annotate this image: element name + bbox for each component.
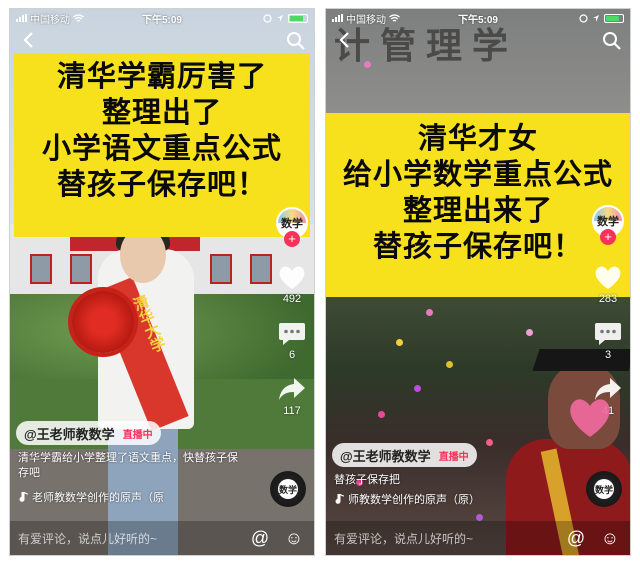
- video-screen-right: 计管理学 中国移动 下午5:09 清华才女 给小学数学重点公式 整理出来了 替孩…: [325, 8, 631, 556]
- confetti: [526, 329, 533, 336]
- music-disc[interactable]: 数学: [270, 471, 306, 507]
- music-note-icon: [335, 493, 344, 504]
- follow-button[interactable]: +: [284, 231, 300, 247]
- location-icon: [593, 14, 599, 22]
- confetti: [414, 385, 421, 392]
- banner-line: 小学语文重点公式: [41, 133, 282, 165]
- title-banner: 清华学霸厉害了 整理出了 小学语文重点公式 替孩子保存吧！: [14, 53, 310, 237]
- comment-bar: 有爱评论，说点儿好听的~ @ ☺: [326, 521, 630, 555]
- music-note-icon: [19, 491, 28, 502]
- action-rail: 数学 + 283 3 41: [590, 205, 626, 417]
- back-chevron-icon[interactable]: [18, 29, 40, 51]
- comment-input[interactable]: 有爱评论，说点儿好听的~: [18, 530, 238, 547]
- live-badge[interactable]: 直播中: [439, 448, 469, 463]
- music-title: 老师教数学创作的原声（原: [32, 492, 164, 504]
- music-title: 师教数学创作的原声（原）: [348, 494, 480, 506]
- banner-line: 清华学霸厉害了: [56, 61, 267, 93]
- music-info[interactable]: 老师教数学创作的原声（原: [18, 489, 164, 505]
- window: [70, 254, 92, 284]
- at-mention-icon[interactable]: @: [248, 526, 272, 550]
- confetti: [396, 339, 403, 346]
- video-screen-left: 清华大学 中国移动 下午5:09 清华学霸厉害了 整理出了 小学语文重点公式 替…: [9, 8, 315, 556]
- emoji-icon[interactable]: ☺: [598, 526, 622, 550]
- red-flower: [72, 291, 134, 353]
- comment-icon[interactable]: [593, 319, 623, 347]
- banner-line: 清华才女: [417, 123, 538, 155]
- banner-line: 整理出了: [101, 97, 222, 129]
- at-mention-icon[interactable]: @: [564, 526, 588, 550]
- window: [30, 254, 52, 284]
- like-count: 283: [598, 293, 618, 305]
- banner-line: 替孩子保存吧！: [56, 169, 267, 201]
- search-icon[interactable]: [286, 31, 306, 51]
- share-icon[interactable]: [277, 375, 307, 403]
- floating-heart-icon: [570, 399, 610, 437]
- share-count: 117: [283, 405, 301, 417]
- alarm-icon: [263, 13, 272, 23]
- battery-icon: [288, 13, 308, 23]
- emoji-icon[interactable]: ☺: [282, 526, 306, 550]
- video-description: 替孩子保存把: [334, 474, 400, 486]
- window: [210, 254, 232, 284]
- confetti: [486, 439, 493, 446]
- confetti: [476, 514, 483, 521]
- comment-input[interactable]: 有爱评论，说点儿好听的~: [334, 530, 554, 547]
- author-tag[interactable]: @王老师教数学 直播中: [16, 421, 161, 445]
- heart-icon[interactable]: [277, 263, 307, 291]
- confetti: [426, 309, 433, 316]
- follow-button[interactable]: +: [600, 229, 616, 245]
- location-icon: [277, 14, 283, 22]
- author-tag[interactable]: @王老师教数学 直播中: [332, 443, 477, 467]
- window: [250, 254, 272, 284]
- music-disc[interactable]: 数学: [586, 471, 622, 507]
- banner-line: 整理出来了: [402, 195, 553, 227]
- banner-line: 替孩子保存吧！: [372, 231, 583, 263]
- comment-bar: 有爱评论，说点儿好听的~ @ ☺: [10, 521, 314, 555]
- banner-line: 给小学数学重点公式: [342, 159, 613, 191]
- confetti: [364, 61, 371, 68]
- author-name[interactable]: @王老师教数学: [340, 446, 431, 465]
- status-bar: 中国移动 下午5:09: [10, 9, 314, 27]
- like-count: 492: [282, 293, 302, 305]
- comment-count: 3: [604, 349, 612, 361]
- status-bar: 中国移动 下午5:09: [326, 9, 630, 27]
- action-rail: 数学 + 492 6 117: [274, 207, 310, 417]
- music-info[interactable]: 师教数学创作的原声（原）: [334, 491, 480, 507]
- search-icon[interactable]: [602, 31, 622, 51]
- alarm-icon: [579, 13, 588, 23]
- heart-icon[interactable]: [593, 263, 623, 291]
- title-banner: 清华才女 给小学数学重点公式 整理出来了 替孩子保存吧！: [326, 113, 630, 297]
- author-name[interactable]: @王老师教数学: [24, 424, 115, 443]
- confetti: [446, 361, 453, 368]
- live-badge[interactable]: 直播中: [123, 426, 153, 441]
- video-description: 清华学霸给小学整理了语文重点，快替孩子保存吧: [18, 452, 238, 479]
- confetti: [378, 411, 385, 418]
- comment-count: 6: [288, 349, 296, 361]
- back-chevron-icon[interactable]: [334, 29, 356, 51]
- comment-icon[interactable]: [277, 319, 307, 347]
- battery-icon: [604, 13, 624, 23]
